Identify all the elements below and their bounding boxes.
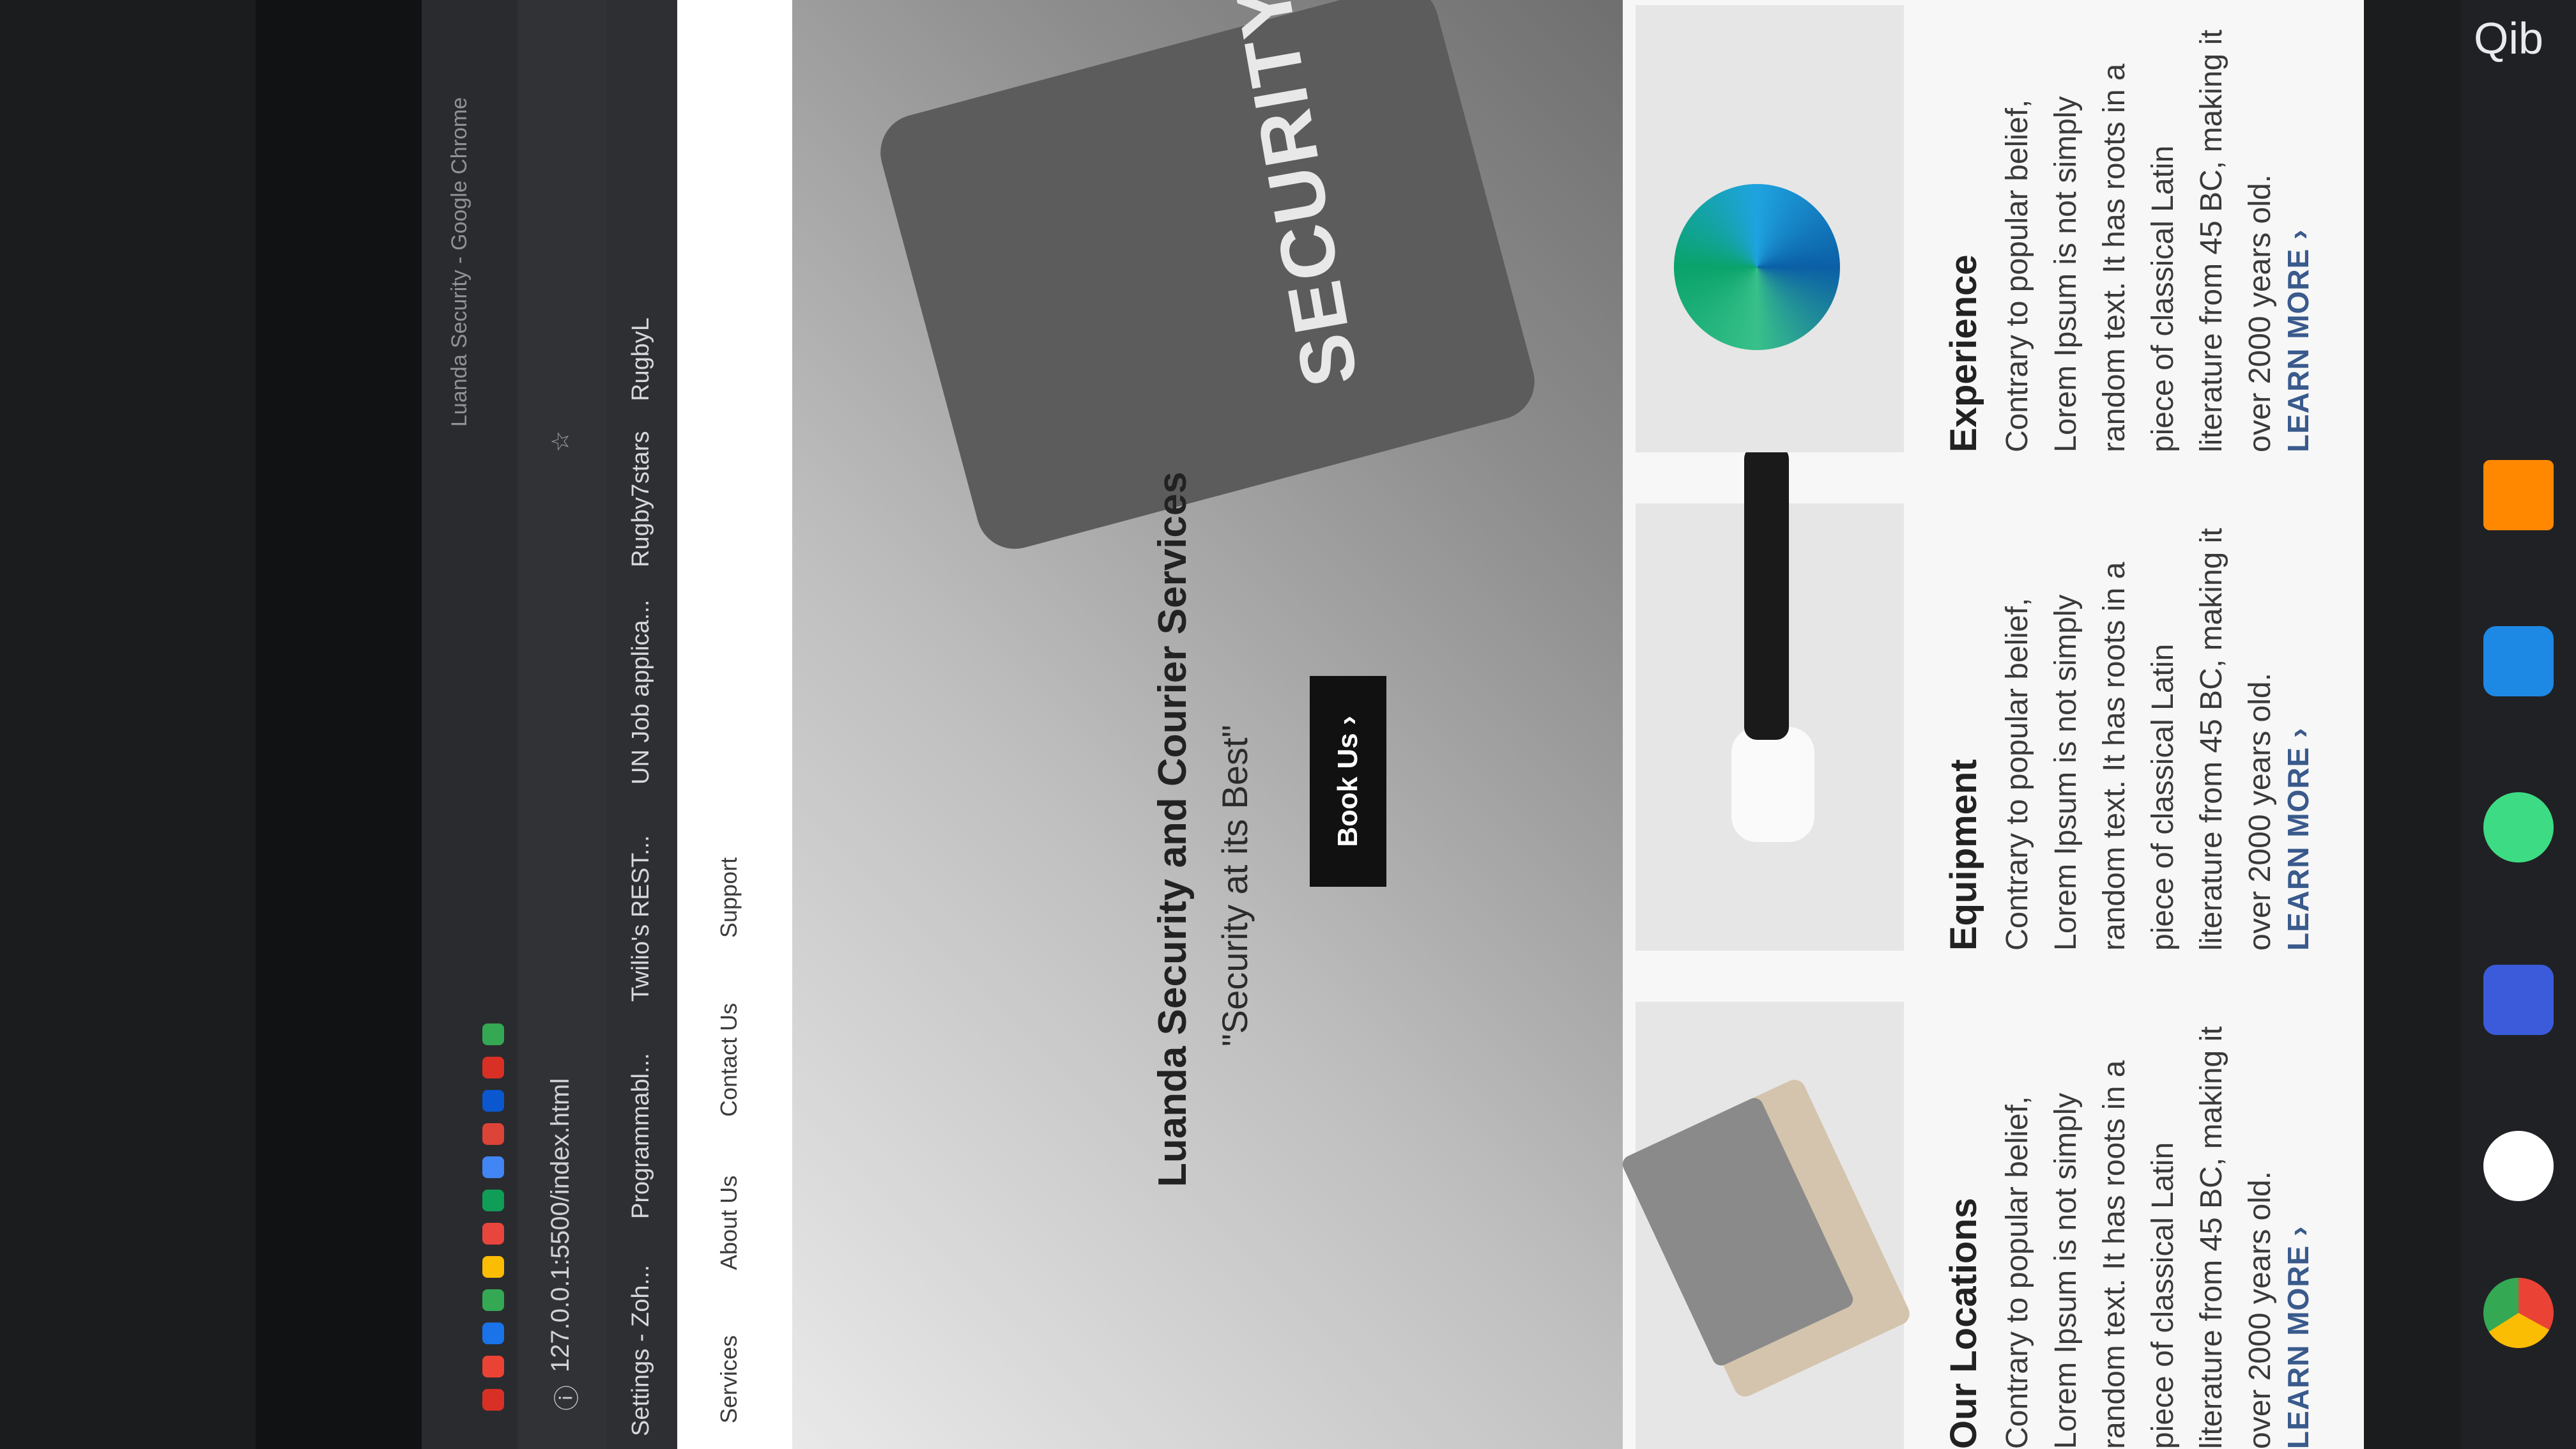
feature-cards: Our Locations Contrary to popular belief… [1620, 0, 2364, 1449]
nav-about-us[interactable]: About Us [716, 1176, 742, 1270]
card-text: Contrary to popular belief, Lorem Ipsum … [2000, 1026, 2277, 1449]
bookmark-item[interactable]: Twilio's REST... [627, 835, 655, 1002]
edge-logo-icon [1674, 184, 1840, 350]
card-title: Experience [1943, 254, 1984, 452]
tab-favicon-icon[interactable] [482, 1190, 504, 1211]
website: Services About Us Contact Us Support SEC… [677, 0, 2364, 1449]
bookmark-item[interactable]: RugbyL [627, 318, 655, 401]
hero-title: Luanda Security and Courier Services [1151, 471, 1195, 1187]
bookmark-item[interactable]: Programmabl... [627, 1053, 655, 1219]
card-image [1636, 446, 1904, 951]
learn-more-link[interactable]: LEARN MORE › [2281, 229, 2315, 452]
game-controller-icon [1731, 727, 1814, 842]
bookmark-star-icon[interactable]: ☆ [546, 431, 575, 452]
bookmark-item[interactable]: UN Job applica... [627, 600, 655, 785]
controller-stick-icon [1744, 446, 1789, 740]
hero-tagline: "Security at its Best" [1215, 724, 1255, 1046]
address-bar[interactable]: ⓘ 127.0.0.1:5500/index.html ☆ [518, 0, 607, 1449]
card-title: Our Locations [1943, 1197, 1984, 1449]
url-text[interactable]: 127.0.0.1:5500/index.html [546, 1078, 575, 1372]
nav-contact-us[interactable]: Contact Us [716, 1003, 742, 1117]
window-title: Luanda Security - Google Chrome [447, 97, 471, 427]
android-studio-icon[interactable] [2483, 792, 2554, 862]
tab-favicon-icon[interactable] [482, 1090, 504, 1112]
card-our-locations: Our Locations Contrary to popular belief… [1620, 1002, 2364, 1449]
learn-more-link[interactable]: LEARN MORE › [2281, 728, 2315, 951]
vlc-icon[interactable] [2483, 460, 2554, 530]
taskbar: Qib [2461, 0, 2576, 1449]
bookmarks-bar: Settings - Zoh... Programmabl... Twilio'… [607, 0, 677, 1449]
tab-favicon-icon[interactable] [482, 1256, 504, 1278]
card-text: Contrary to popular belief, Lorem Ipsum … [2000, 29, 2277, 452]
tab-favicon-icon[interactable] [482, 1356, 504, 1377]
tab-favicon-icon[interactable] [482, 1057, 504, 1078]
card-image [1620, 1002, 1913, 1449]
book-us-button[interactable]: Book Us › [1310, 676, 1386, 887]
slack-icon[interactable] [2483, 1131, 2554, 1201]
tab-favicon-icon[interactable] [482, 1289, 504, 1311]
nav-support[interactable]: Support [716, 857, 742, 938]
card-title: Equipment [1943, 759, 1984, 951]
chrome-icon[interactable] [2483, 1278, 2554, 1348]
card-image [1636, 5, 1904, 452]
calendar-icon[interactable] [2483, 965, 2554, 1035]
nav-services[interactable]: Services [716, 1335, 742, 1423]
card-text: Contrary to popular belief, Lorem Ipsum … [2000, 528, 2277, 951]
browser-titlebar: Luanda Security - Google Chrome [422, 0, 518, 1449]
hero-section: SECURITY Luanda Security and Courier Ser… [792, 0, 1623, 1449]
tab-favicon-icon[interactable] [482, 1322, 504, 1344]
tab-favicon-icon[interactable] [482, 1223, 504, 1245]
vscode-icon[interactable] [2483, 626, 2554, 696]
info-icon[interactable]: ⓘ [546, 1385, 583, 1411]
learn-more-link[interactable]: LEARN MORE › [2281, 1226, 2315, 1449]
tab-favicon-icon[interactable] [482, 1156, 504, 1178]
tab-favicon-icon[interactable] [482, 1123, 504, 1145]
security-cap-image [871, 0, 1544, 558]
bookmark-item[interactable]: Settings - Zoh... [627, 1265, 655, 1436]
monitor-screen: Luanda Security - Google Chrome ⓘ 127.0.… [256, 0, 2364, 1449]
tab-favicon-icon[interactable] [482, 1389, 504, 1411]
site-nav: Services About Us Contact Us Support [677, 0, 792, 1449]
tab-strip [482, 1023, 504, 1411]
tab-favicon-icon[interactable] [482, 1023, 504, 1045]
corner-text: Qib [2474, 13, 2543, 63]
monitor-bezel [256, 0, 422, 1449]
card-experience: Experience Contrary to popular belief, L… [1623, 5, 2364, 452]
bookmark-item[interactable]: Rugby7stars [627, 431, 655, 567]
card-equipment: Equipment Contrary to popular belief, Lo… [1623, 446, 2364, 951]
